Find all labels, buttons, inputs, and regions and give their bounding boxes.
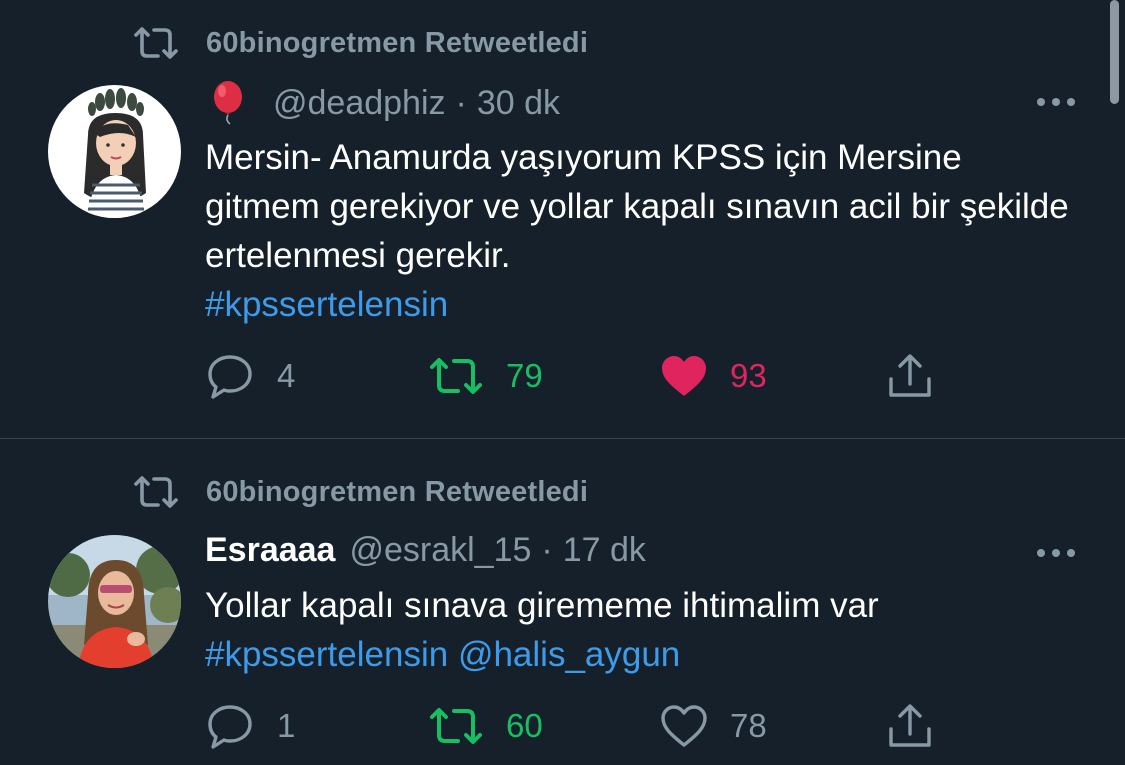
tweet-header: Esraaaa @esrakl_15 · 17 dk xyxy=(205,531,646,570)
separator-dot: · xyxy=(455,83,467,122)
retweet-context: 60binogretmen Retweetledi xyxy=(132,474,588,510)
retweeted-by-label: 60binogretmen Retweetledi xyxy=(206,475,589,508)
tweet[interactable]: 60binogretmen Retweetledi Esraaaa @esrak… xyxy=(0,439,1125,765)
more-options-icon[interactable] xyxy=(1037,549,1075,557)
retweet-count: 79 xyxy=(506,357,543,394)
reply-count: 4 xyxy=(277,357,296,394)
tweet-text: Mersin- Anamurda yaşıyorum KPSS için Mer… xyxy=(205,133,1075,329)
separator-dot: · xyxy=(541,531,553,569)
avatar[interactable] xyxy=(48,535,181,668)
share-icon xyxy=(889,704,931,747)
tweet-body: Mersin- Anamurda yaşıyorum KPSS için Mer… xyxy=(205,138,1069,275)
retweet-context-icon xyxy=(134,27,178,59)
user-handle[interactable]: @esrakl_15 xyxy=(349,531,531,570)
more-options-icon[interactable] xyxy=(1037,98,1075,106)
avatar[interactable] xyxy=(48,85,181,218)
user-handle[interactable]: @deadphiz xyxy=(273,84,446,123)
reply-icon xyxy=(208,705,252,749)
share-button[interactable] xyxy=(885,696,935,756)
share-button[interactable] xyxy=(885,346,935,406)
tweet-text: Yollar kapalı sınava girememe ihtimalim … xyxy=(205,581,1075,679)
like-button[interactable]: 93 xyxy=(660,346,767,406)
retweeted-by-label: 60binogretmen Retweetledi xyxy=(206,26,589,59)
tweet[interactable]: 60binogretmen Retweetledi @deadphiz · 30… xyxy=(0,0,1125,439)
reply-count: 1 xyxy=(277,707,296,744)
like-button[interactable]: 78 xyxy=(660,696,767,756)
hashtag-link[interactable]: #kpssertelensin xyxy=(205,635,448,674)
retweet-icon xyxy=(430,708,482,744)
like-count: 93 xyxy=(730,357,767,394)
retweet-icon xyxy=(430,358,482,394)
tweet-actions: 1 60 78 xyxy=(205,696,945,756)
hashtag-link[interactable]: #kpssertelensin xyxy=(205,285,448,324)
mention-link[interactable]: @halis_aygun xyxy=(458,635,680,674)
heart-outline-icon xyxy=(661,705,707,747)
reply-button[interactable]: 1 xyxy=(205,696,295,756)
tweet-body: Yollar kapalı sınava girememe ihtimalim … xyxy=(205,586,879,625)
display-name[interactable]: Esraaaa xyxy=(205,531,335,570)
reply-icon xyxy=(208,355,252,399)
retweet-button[interactable]: 79 xyxy=(428,346,543,406)
retweet-button[interactable]: 60 xyxy=(428,696,543,756)
balloon-icon xyxy=(214,81,242,125)
like-count: 78 xyxy=(730,707,767,744)
tweet-timestamp[interactable]: 17 dk xyxy=(563,531,646,570)
retweet-context-icon xyxy=(134,476,178,508)
tweet-actions: 4 79 93 xyxy=(205,346,945,406)
reply-button[interactable]: 4 xyxy=(205,346,295,406)
heart-filled-icon xyxy=(662,356,706,396)
retweet-context: 60binogretmen Retweetledi xyxy=(132,25,588,61)
retweet-count: 60 xyxy=(506,707,543,744)
tweet-header: @deadphiz · 30 dk xyxy=(205,80,560,126)
share-icon xyxy=(889,354,931,397)
tweet-timestamp[interactable]: 30 dk xyxy=(477,84,560,123)
